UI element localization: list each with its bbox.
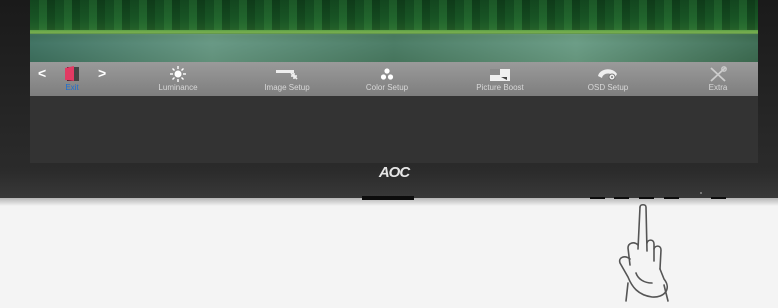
osd-item-exit[interactable]: Exit — [52, 62, 92, 96]
monitor-bottom-strip — [362, 196, 414, 200]
color-dots-icon — [352, 65, 422, 83]
osd-item-label: Picture Boost — [476, 83, 524, 92]
osd-item-color-setup[interactable]: Color Setup — [352, 62, 422, 96]
monitor-button-4[interactable] — [664, 197, 679, 199]
image-setup-icon — [252, 65, 322, 83]
lake-reflection — [30, 34, 758, 62]
monitor-bezel: < > Exit Luminance Image Setup Color Set… — [0, 0, 778, 201]
osd-menu-bar: < > Exit Luminance Image Setup Color Set… — [30, 62, 758, 96]
osd-item-image-setup[interactable]: Image Setup — [252, 62, 322, 96]
osd-item-extra[interactable]: Extra — [695, 62, 741, 96]
right-arrow-icon[interactable]: > — [98, 65, 106, 81]
left-arrow-icon[interactable]: < — [38, 65, 46, 81]
osd-item-picture-boost[interactable]: Picture Boost — [462, 62, 538, 96]
monitor-button-3[interactable] — [639, 197, 654, 199]
osd-item-label: Extra — [708, 83, 728, 92]
pointing-hand-icon — [592, 203, 692, 303]
monitor-button-1[interactable] — [590, 197, 605, 199]
osd-item-osd-setup[interactable]: OSD Setup — [576, 62, 640, 96]
monitor-screen: < > Exit Luminance Image Setup Color Set… — [30, 0, 758, 163]
sun-icon — [148, 65, 208, 83]
osd-item-label: Color Setup — [365, 83, 409, 92]
brand-logo: AOC — [378, 164, 410, 181]
osd-item-label: Exit — [65, 83, 79, 92]
monitor-power-button[interactable] — [711, 197, 726, 199]
background-image — [30, 0, 758, 62]
extra-tools-icon — [695, 65, 741, 83]
osd-item-label: Luminance — [158, 83, 198, 92]
exit-icon — [52, 65, 92, 83]
monitor-button-2[interactable] — [614, 197, 629, 199]
picture-boost-icon — [462, 65, 538, 83]
osd-item-luminance[interactable]: Luminance — [148, 62, 208, 96]
tree-line — [30, 0, 758, 30]
osd-item-label: OSD Setup — [587, 83, 629, 92]
osd-setup-icon — [576, 65, 640, 83]
osd-item-label: Image Setup — [264, 83, 310, 92]
power-led — [700, 192, 702, 194]
